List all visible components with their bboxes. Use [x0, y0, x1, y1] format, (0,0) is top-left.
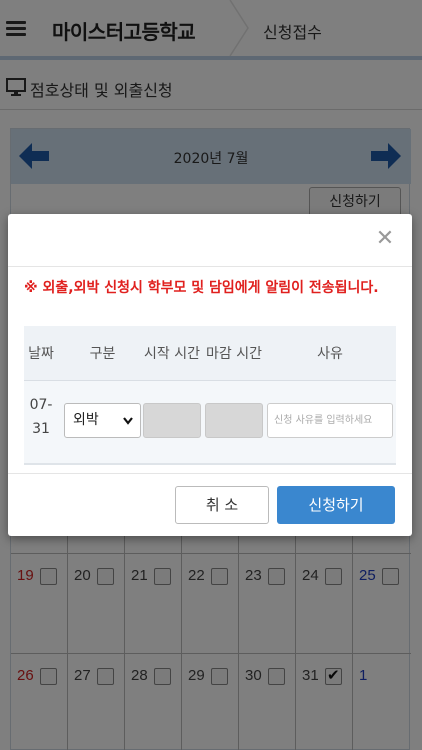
column-end-time: 마감 시간 [206, 345, 262, 362]
request-date: 07- 31 [29, 397, 53, 437]
notice-text: ※ 외출,외박 신청시 학부모 및 담임에게 알림이 전송됩니다. [24, 280, 379, 296]
cancel-button[interactable]: 취 소 [175, 486, 269, 524]
column-start-time: 시작 시간 [144, 345, 200, 362]
close-icon[interactable]: ✕ [374, 228, 396, 250]
reason-input[interactable]: 신청 사유를 입력하세요 [267, 403, 393, 438]
column-category: 구분 [89, 345, 116, 362]
column-date: 날짜 [28, 345, 54, 362]
form-table-header: 날짜 구분 시작 시간 마감 시간 사유 [24, 326, 396, 381]
end-time-field[interactable] [205, 403, 263, 438]
submit-button[interactable]: 신청하기 [277, 486, 395, 524]
start-time-field[interactable] [143, 403, 201, 438]
category-select[interactable]: 외박 [64, 403, 141, 438]
chevron-down-icon [123, 417, 133, 425]
divider [8, 266, 412, 267]
form-table-row: 07- 31 외박 신청 사유를 입력하세요 [24, 381, 396, 465]
column-reason: 사유 [317, 345, 343, 362]
outing-request-modal: ✕ ※ 외출,외박 신청시 학부모 및 담임에게 알림이 전송됩니다. 날짜 구… [8, 214, 412, 536]
divider [8, 473, 412, 474]
